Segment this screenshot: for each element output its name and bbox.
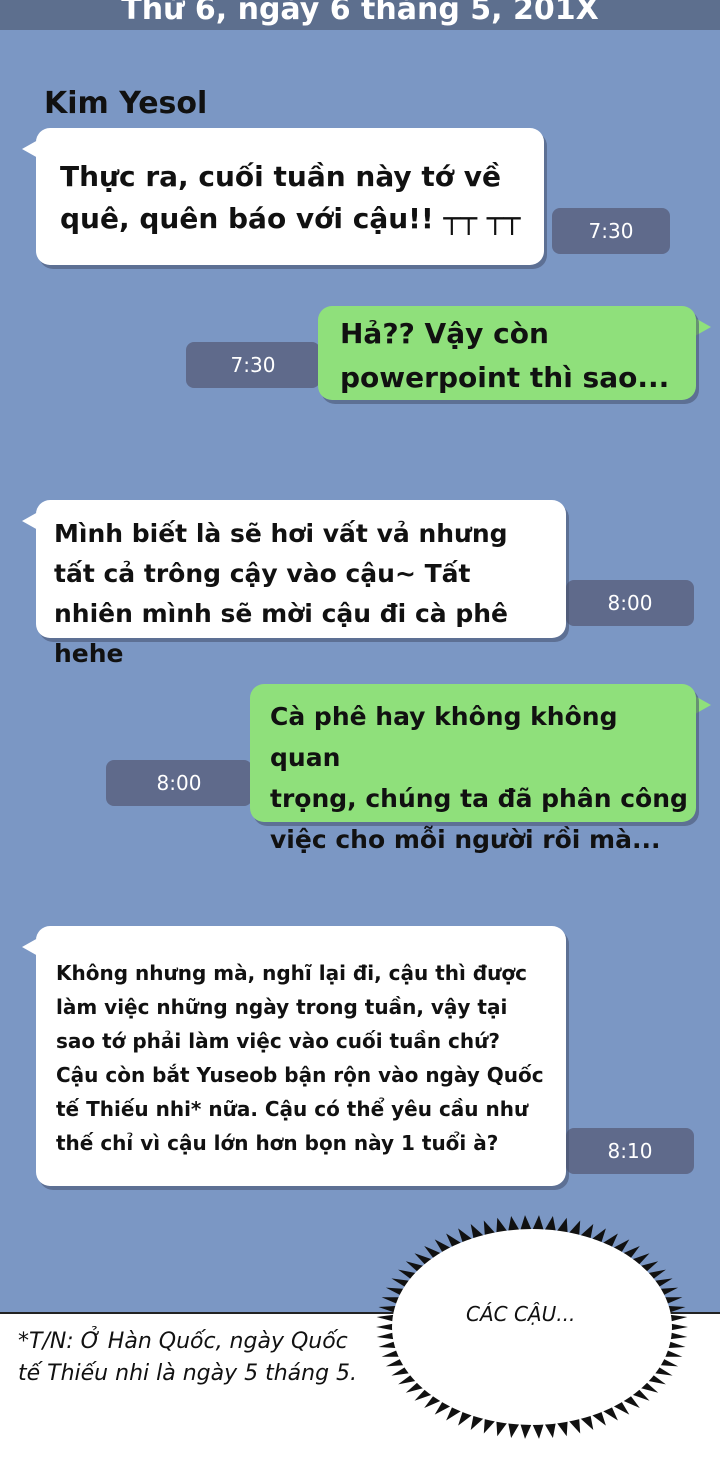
bubble-tail	[695, 696, 711, 714]
message-text: Thực ra, cuối tuần này tớ về quê, quên b…	[60, 160, 521, 235]
message-time: 7:30	[552, 208, 670, 254]
translator-note: *T/N: Ở Hàn Quốc, ngày Quốc tế Thiếu nhi…	[18, 1329, 358, 1386]
message-text: Cà phê hay không không quan trọng, chúng…	[270, 702, 688, 854]
message-time: 8:00	[106, 760, 252, 806]
speech-burst-text: CÁC CẬU...	[466, 1302, 576, 1326]
message-text: Không nhưng mà, nghĩ lại đi, cậu thì đượ…	[56, 961, 544, 1155]
message-time: 7:30	[186, 342, 320, 388]
date-header: Thứ 6, ngày 6 tháng 5, 201X	[0, 0, 720, 30]
bubble-tail	[695, 318, 711, 336]
message-bubble-incoming[interactable]: Mình biết là sẽ hơi vất vả nhưng tất cả …	[36, 500, 566, 668]
message-bubble-incoming[interactable]: Thực ra, cuối tuần này tớ về quê, quên b…	[36, 128, 544, 265]
message-text: Hả?? Vậy còn powerpoint thì sao...	[340, 317, 670, 394]
date-text: Thứ 6, ngày 6 tháng 5, 201X	[121, 0, 599, 27]
message-bubble-outgoing[interactable]: Hả?? Vậy còn powerpoint thì sao...	[318, 306, 696, 400]
message-time: 8:00	[566, 580, 694, 626]
message-bubble-outgoing[interactable]: Cà phê hay không không quan trọng, chúng…	[250, 684, 696, 854]
burst-body	[392, 1229, 672, 1425]
speech-burst	[376, 1215, 688, 1439]
message-bubble-incoming[interactable]: Không nhưng mà, nghĩ lại đi, cậu thì đượ…	[36, 926, 566, 1186]
message-time: 8:10	[566, 1128, 694, 1174]
message-text: Mình biết là sẽ hơi vất vả nhưng tất cả …	[54, 519, 508, 668]
sender-name: Kim Yesol	[44, 86, 208, 121]
